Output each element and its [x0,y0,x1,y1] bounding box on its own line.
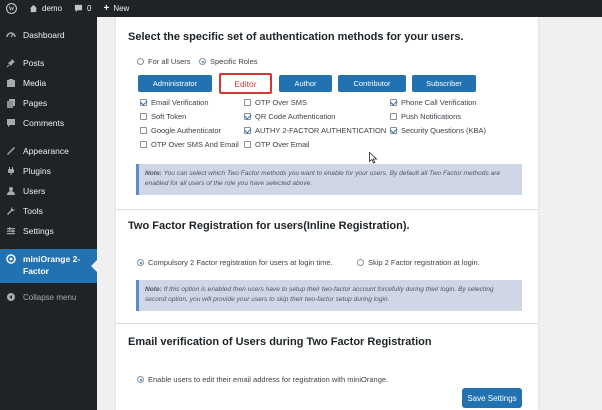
settings-icon [6,226,16,236]
note-label: Note: [145,170,162,177]
method-google-authenticator[interactable]: Google Authenticator [140,126,221,135]
checkbox[interactable] [390,99,397,106]
checkbox[interactable] [244,99,251,106]
checkbox[interactable] [140,141,147,148]
method-email-verification[interactable]: Email Verification [140,98,209,107]
new-label: New [113,4,130,13]
plugin-icon [6,166,16,176]
sidebar-item-pages[interactable]: Pages [0,93,97,113]
wrench-icon [6,206,16,216]
method-otp-sms-and-email[interactable]: OTP Over SMS And Email [140,140,239,149]
method-qr-code[interactable]: QR Code Authentication [244,112,335,121]
collapse-icon [6,292,16,302]
section-title-auth-methods: Select the specific set of authenticatio… [128,31,464,43]
section-divider [116,323,538,324]
radio-compulsory-registration[interactable]: Compulsory 2 Factor registration for use… [137,258,333,267]
users-icon [6,186,16,196]
radio-button[interactable] [357,259,364,266]
radio-skip-registration[interactable]: Skip 2 Factor registration at login. [357,258,480,267]
media-icon [6,78,16,88]
role-button-editor[interactable]: Editor [219,73,272,94]
miniorange-icon [6,254,16,264]
role-button-administrator[interactable]: Administrator [138,75,212,92]
sidebar-item-users[interactable]: Users [0,181,97,201]
role-button-contributor[interactable]: Contributor [338,75,406,92]
sidebar-item-miniorange[interactable]: miniOrange 2- Factor [0,249,97,283]
pin-icon [6,58,16,68]
method-authy[interactable]: AUTHY 2-FACTOR AUTHENTICATION [244,126,386,135]
method-security-questions[interactable]: Security Questions (KBA) [390,126,486,135]
comments-count: 0 [87,4,92,13]
admin-bar: W demo 0 + New [0,0,602,17]
comment-bubble-icon [74,4,83,13]
section-title-email-verification: Email verification of Users during Two F… [128,336,432,348]
note-auth-methods: Note: You can select which Two Factor me… [136,164,522,195]
radio-edit-email-address[interactable]: Enable users to edit their email address… [137,375,388,384]
checkbox[interactable] [390,127,397,134]
method-soft-token[interactable]: Soft Token [140,112,186,121]
home-icon [29,4,38,13]
sidebar-item-posts[interactable]: Posts [0,53,97,73]
plus-icon: + [103,3,110,14]
radio-button[interactable] [137,376,144,383]
radio-button[interactable] [199,58,206,65]
radio-for-all-users[interactable]: For all Users [137,57,191,66]
section-title-inline-registration: Two Factor Registration for users(Inline… [128,220,410,232]
radio-button[interactable] [137,259,144,266]
role-button-subscriber[interactable]: Subscriber [412,75,476,92]
radio-button[interactable] [137,58,144,65]
method-otp-over-sms[interactable]: OTP Over SMS [244,98,307,107]
checkbox[interactable] [140,99,147,106]
save-settings-button[interactable]: Save Settings [462,388,522,408]
role-button-author[interactable]: Author [279,75,332,92]
method-otp-over-email[interactable]: OTP Over Email [244,140,309,149]
pages-icon [6,98,16,108]
note-text: If this option is enabled then users hav… [145,286,494,303]
sidebar-item-tools[interactable]: Tools [0,201,97,221]
site-name-link[interactable]: demo [23,0,68,17]
sidebar-item-media[interactable]: Media [0,73,97,93]
wordpress-logo-icon[interactable]: W [0,0,23,17]
note-label: Note: [145,286,162,293]
method-push-notifications[interactable]: Push Notifications [390,112,461,121]
checkbox[interactable] [244,113,251,120]
note-text: You can select which Two Factor methods … [145,170,501,187]
note-inline-registration: Note: If this option is enabled then use… [136,280,522,311]
comments-icon [6,118,16,128]
checkbox[interactable] [140,113,147,120]
sidebar-item-dashboard[interactable]: Dashboard [0,25,97,45]
sidebar-collapse-menu[interactable]: Collapse menu [0,287,97,307]
section-divider [116,209,538,210]
comments-link[interactable]: 0 [68,0,97,17]
svg-text:W: W [8,7,14,13]
admin-sidebar: Dashboard Posts Media Pages Comments App… [0,17,97,410]
checkbox[interactable] [244,127,251,134]
sidebar-item-appearance[interactable]: Appearance [0,141,97,161]
checkbox[interactable] [390,113,397,120]
radio-specific-roles[interactable]: Specific Roles [199,57,258,66]
sidebar-item-comments[interactable]: Comments [0,113,97,133]
site-name: demo [42,4,63,13]
method-phone-call-verification[interactable]: Phone Call Verification [390,98,476,107]
dashboard-icon [6,30,16,40]
checkbox[interactable] [140,127,147,134]
mouse-cursor-icon [369,152,378,164]
sidebar-item-settings[interactable]: Settings [0,221,97,241]
sidebar-item-plugins[interactable]: Plugins [0,161,97,181]
new-content-link[interactable]: + New [97,0,135,17]
brush-icon [6,146,16,156]
checkbox[interactable] [244,141,251,148]
